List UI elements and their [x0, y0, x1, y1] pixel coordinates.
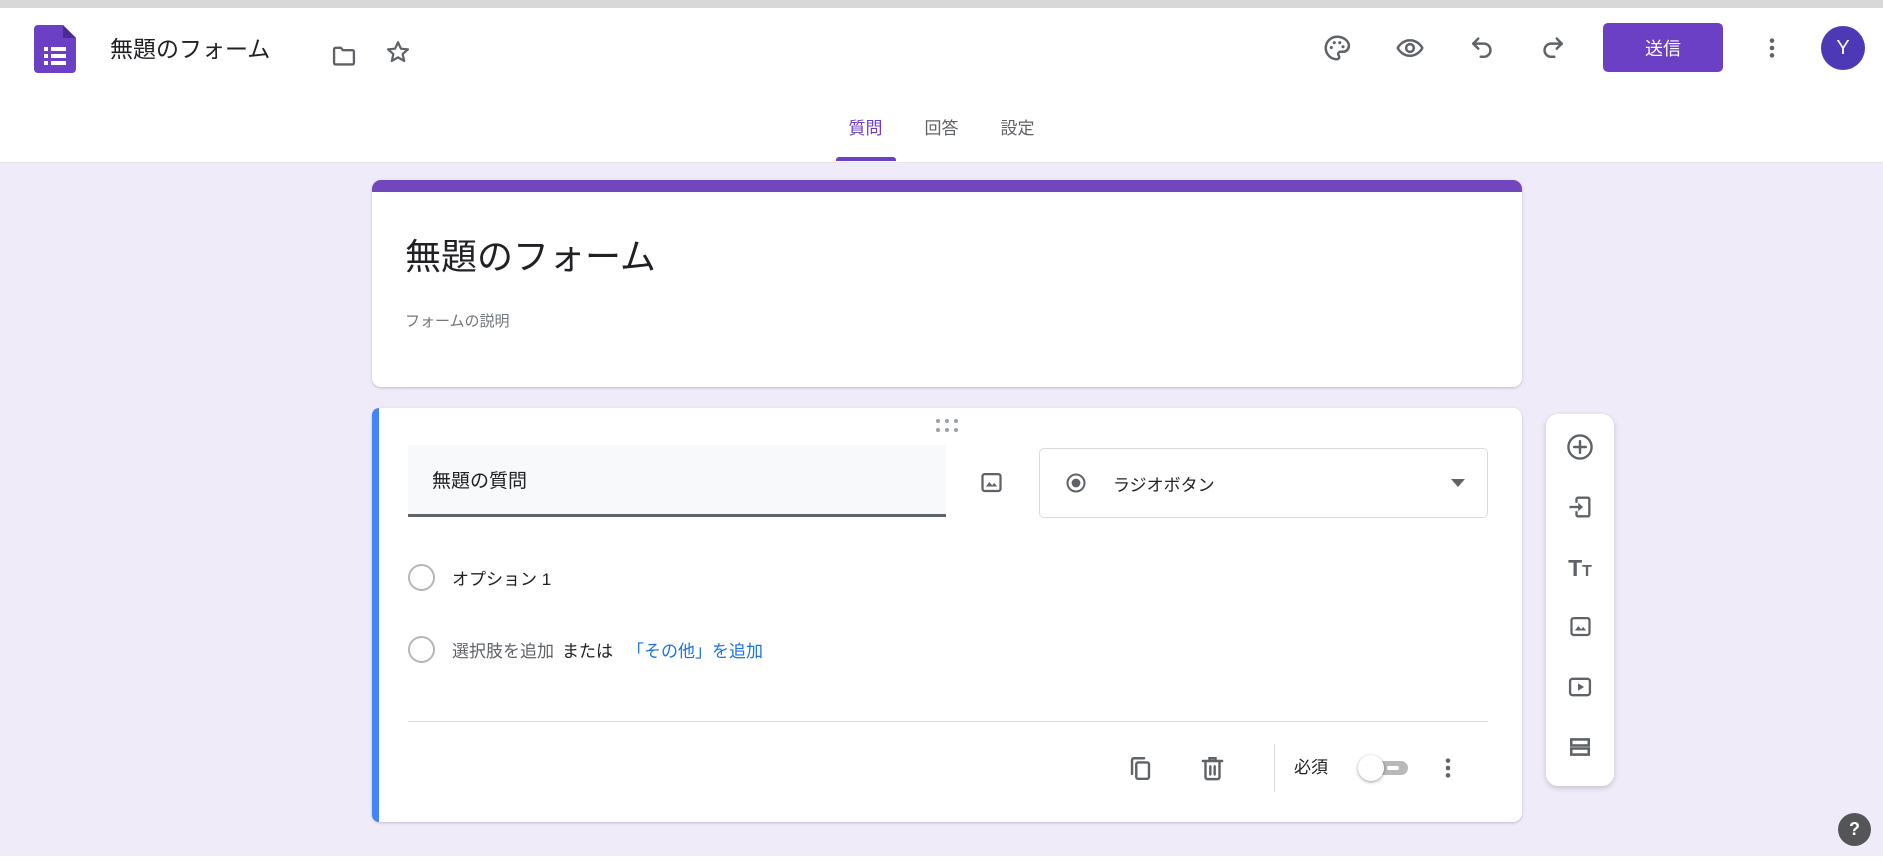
google-forms-editor: 無題のフォーム	[0, 0, 1883, 862]
duplicate-icon	[1126, 754, 1155, 783]
add-title-icon: TT	[1568, 557, 1592, 580]
palette-icon	[1322, 33, 1352, 63]
preview-button[interactable]	[1390, 28, 1430, 68]
add-question-icon	[1564, 431, 1596, 466]
star-form-button[interactable]	[378, 32, 418, 72]
active-question-indicator	[372, 408, 379, 822]
toggle-knob	[1358, 755, 1384, 781]
tab-responses[interactable]: 回答	[910, 90, 974, 163]
add-other-option-link[interactable]: 「その他」を追加	[627, 637, 763, 662]
redo-button[interactable]	[1533, 28, 1573, 68]
add-title-description-button[interactable]: TT	[1560, 548, 1600, 588]
duplicate-question-button[interactable]	[1120, 748, 1160, 788]
star-icon	[383, 37, 413, 67]
add-image-button[interactable]	[1560, 608, 1600, 648]
form-title-field[interactable]: 無題のフォーム	[405, 228, 656, 280]
folder-icon	[330, 42, 358, 70]
question-more-button[interactable]	[1428, 748, 1468, 788]
radio-option-icon	[408, 636, 435, 663]
tab-questions-label: 質問	[849, 114, 883, 139]
redo-icon	[1538, 33, 1568, 63]
customize-theme-button[interactable]	[1317, 28, 1357, 68]
appbar: 無題のフォーム	[0, 8, 1883, 90]
active-tab-underline	[836, 157, 896, 161]
add-image-to-question-button[interactable]	[971, 462, 1011, 502]
radio-button-icon	[1064, 471, 1088, 495]
import-questions-icon	[1566, 493, 1594, 524]
add-option-or-text: または	[562, 637, 613, 662]
add-image-icon	[1567, 613, 1594, 643]
question-card: ラジオボタン オプション 1 選択肢を追加 または 「その他」を追加	[372, 408, 1522, 822]
add-section-button[interactable]	[1560, 728, 1600, 768]
chevron-down-icon	[1451, 479, 1465, 487]
question-type-dropdown[interactable]: ラジオボタン	[1039, 448, 1488, 518]
account-avatar[interactable]: Y	[1821, 26, 1865, 70]
form-header-card: 無題のフォーム フォームの説明	[372, 180, 1522, 387]
window-bottom-strip	[0, 856, 1883, 862]
delete-question-button[interactable]	[1192, 748, 1232, 788]
add-section-icon	[1566, 733, 1594, 764]
forms-logo-icon[interactable]	[34, 25, 76, 73]
option-label[interactable]: オプション 1	[452, 565, 551, 590]
option-row: オプション 1	[408, 559, 551, 595]
tab-settings[interactable]: 設定	[986, 90, 1050, 163]
window-top-strip	[0, 0, 1883, 8]
tab-questions[interactable]: 質問	[834, 90, 898, 163]
add-video-button[interactable]	[1560, 668, 1600, 708]
move-to-folder-button[interactable]	[324, 36, 364, 76]
question-title-input[interactable]	[408, 445, 946, 517]
form-title-appbar[interactable]: 無題のフォーム	[110, 32, 270, 66]
tab-responses-label: 回答	[925, 114, 959, 139]
radio-option-icon	[408, 564, 435, 591]
footer-vertical-divider	[1274, 744, 1275, 792]
required-toggle[interactable]	[1358, 760, 1410, 776]
more-vertical-icon	[1759, 35, 1785, 61]
more-vertical-icon	[1435, 755, 1461, 781]
add-question-button[interactable]	[1560, 428, 1600, 468]
delete-icon	[1198, 754, 1227, 783]
tab-settings-label: 設定	[1001, 114, 1035, 139]
form-editor-content: 無題のフォーム フォームの説明	[0, 163, 1883, 856]
add-video-icon	[1566, 673, 1594, 704]
add-option-row: 選択肢を追加 または 「その他」を追加	[408, 631, 763, 667]
undo-icon	[1467, 33, 1497, 63]
undo-button[interactable]	[1462, 28, 1502, 68]
appbar-more-button[interactable]	[1752, 28, 1792, 68]
drag-handle[interactable]	[936, 419, 958, 432]
form-description-field[interactable]: フォームの説明	[405, 310, 510, 331]
import-questions-button[interactable]	[1560, 488, 1600, 528]
theme-color-bar	[372, 180, 1522, 192]
help-button[interactable]: ?	[1838, 813, 1871, 846]
image-icon	[978, 469, 1005, 496]
tabbar: 質問 回答 設定	[0, 90, 1883, 163]
add-option-placeholder[interactable]: 選択肢を追加	[452, 637, 554, 662]
required-label: 必須	[1294, 757, 1328, 779]
preview-eye-icon	[1395, 33, 1425, 63]
question-type-selected: ラジオボタン	[1113, 471, 1215, 496]
side-toolbar: TT	[1546, 414, 1614, 786]
question-footer-divider	[408, 721, 1488, 722]
send-button[interactable]: 送信	[1603, 23, 1723, 72]
